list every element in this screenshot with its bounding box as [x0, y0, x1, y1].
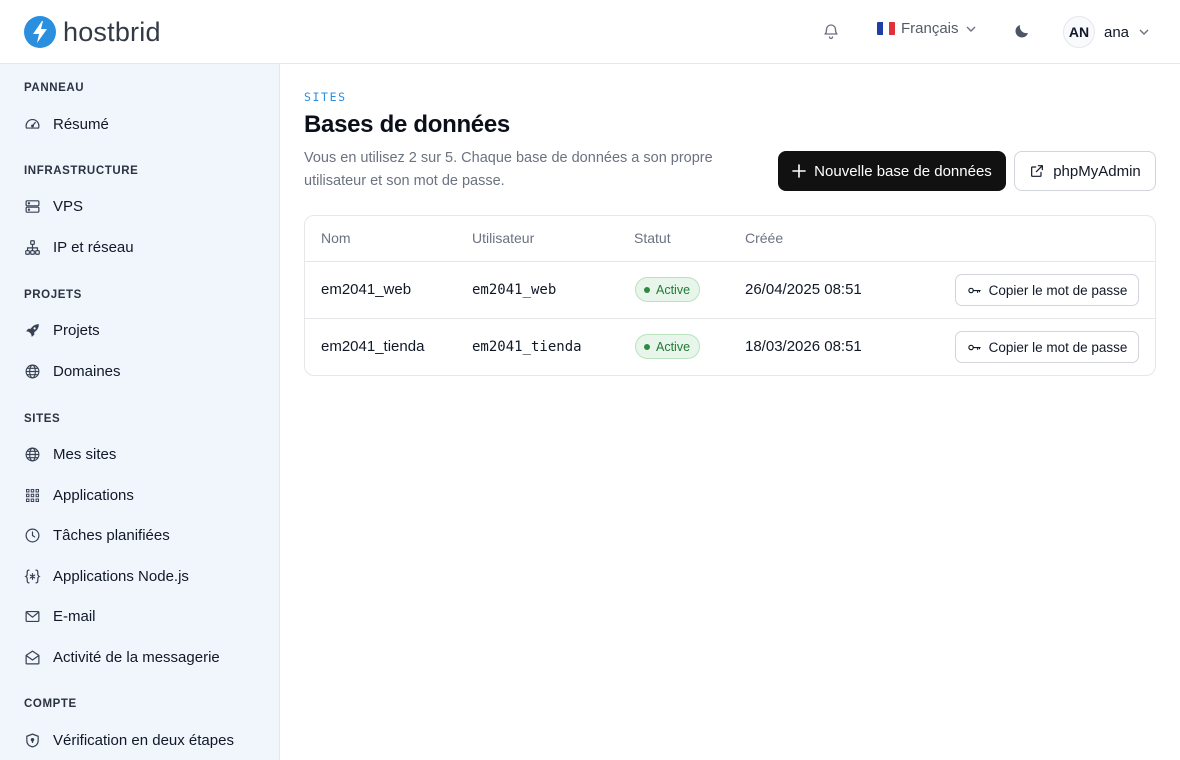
cell-name: em2041_web [321, 281, 412, 298]
copy-password-label: Copier le mot de passe [988, 282, 1128, 298]
sidebar-item-verification-deux-etapes[interactable]: Vérification en deux étapes [24, 729, 234, 751]
sidebar-section-sites: SITES [24, 413, 61, 425]
bell-icon[interactable] [822, 22, 840, 40]
sidebar-item-label: Résumé [53, 115, 109, 133]
cell-user: em2041_web [472, 282, 557, 298]
sidebar-item-domaines[interactable]: Domaines [24, 360, 121, 382]
language-label: Français [901, 20, 959, 37]
user-name: ana [1104, 23, 1130, 41]
top-bar: hostbrid Français AN ana [0, 0, 1180, 64]
sidebar-item-activite-messagerie[interactable]: Activité de la messagerie [24, 646, 220, 668]
french-flag-icon [877, 22, 895, 35]
phpmyadmin-label: phpMyAdmin [1053, 162, 1141, 180]
cell-name: em2041_tienda [321, 338, 425, 355]
sidebar-item-label: Vérification en deux étapes [53, 731, 234, 749]
globe-icon [25, 364, 40, 378]
table-row: em2041_tienda em2041_tienda Active 18/03… [305, 319, 1155, 375]
status-dot-icon [644, 343, 650, 350]
status-badge: Active [635, 277, 701, 302]
databases-table: Nom Utilisateur Statut Créée em2041_web … [304, 215, 1156, 376]
status-label: Active [656, 339, 691, 354]
sidebar-item-applications-nodejs[interactable]: Applications Node.js [24, 565, 189, 587]
external-link-icon [1031, 165, 1044, 177]
page-title: Bases de données [304, 111, 510, 138]
sidebar-section-panneau: PANNEAU [24, 82, 85, 94]
language-selector[interactable]: Français [877, 20, 977, 37]
chevron-down-icon [1139, 29, 1149, 35]
table-row: em2041_web em2041_web Active 26/04/2025 … [305, 262, 1155, 319]
column-header-statut: Statut [634, 230, 671, 246]
sidebar-item-vps[interactable]: VPS [24, 195, 83, 217]
brand-logo-link[interactable]: hostbrid [24, 16, 161, 48]
sidebar-item-label: Activité de la messagerie [53, 648, 220, 666]
sidebar-item-ip-reseau[interactable]: IP et réseau [24, 236, 134, 258]
bolt-logo-icon [24, 16, 56, 48]
cell-created: 26/04/2025 08:51 [745, 281, 862, 298]
braces-icon [24, 569, 41, 583]
sidebar-section-infrastructure: INFRASTRUCTURE [24, 165, 139, 177]
sidebar-section-projets: PROJETS [24, 289, 82, 301]
brand-name: hostbrid [63, 16, 161, 47]
sidebar-item-label: Tâches planifiées [53, 526, 170, 544]
sidebar-item-mes-sites[interactable]: Mes sites [24, 443, 116, 465]
copy-password-button[interactable]: Copier le mot de passe [955, 274, 1139, 306]
network-icon [25, 239, 40, 255]
page-subtitle: Vous en utilisez 2 sur 5. Chaque base de… [304, 150, 713, 189]
moon-icon[interactable] [1013, 22, 1031, 40]
server-icon [25, 199, 40, 213]
cell-user: em2041_tienda [472, 339, 582, 355]
new-database-button[interactable]: Nouvelle base de données [778, 151, 1006, 191]
sidebar-item-resume[interactable]: Résumé [24, 113, 109, 135]
sidebar-item-label: E-mail [53, 607, 96, 625]
sidebar-item-label: Applications [53, 486, 134, 504]
cell-created: 18/03/2026 08:51 [745, 338, 862, 355]
sidebar-item-email[interactable]: E-mail [24, 605, 96, 627]
shield-icon [26, 733, 39, 747]
avatar: AN [1063, 16, 1095, 48]
status-dot-icon [644, 286, 650, 293]
sidebar-item-applications[interactable]: Applications [24, 484, 134, 506]
globe-icon [25, 447, 40, 461]
table-header: Nom Utilisateur Statut Créée [305, 216, 1155, 262]
clock-icon [25, 528, 40, 542]
column-header-utilisateur: Utilisateur [472, 230, 535, 246]
sidebar: PANNEAU Résumé INFRASTRUCTURE VPS IP et … [0, 64, 280, 760]
status-badge: Active [635, 334, 701, 359]
phpmyadmin-button[interactable]: phpMyAdmin [1014, 151, 1156, 191]
status-label: Active [656, 282, 691, 297]
sidebar-item-label: Projets [53, 321, 100, 339]
main-content: SITES Bases de données Vous en utilisez … [280, 64, 1180, 760]
mail-activity-icon [25, 650, 40, 664]
grid-icon [25, 488, 40, 502]
user-menu[interactable]: AN ana [1063, 16, 1150, 48]
plus-icon [792, 164, 806, 178]
sidebar-item-taches-planifiees[interactable]: Tâches planifiées [24, 524, 170, 546]
mail-icon [25, 610, 40, 622]
sidebar-item-projets[interactable]: Projets [24, 319, 100, 341]
sidebar-item-label: Applications Node.js [53, 567, 189, 585]
sidebar-item-label: IP et réseau [53, 238, 134, 256]
gauge-icon [25, 118, 40, 129]
column-header-creee: Créée [745, 230, 784, 246]
key-icon [967, 287, 981, 293]
column-header-nom: Nom [321, 230, 351, 246]
sidebar-item-label: Mes sites [53, 445, 117, 463]
copy-password-button[interactable]: Copier le mot de passe [955, 331, 1139, 363]
key-icon [967, 344, 981, 350]
rocket-icon [26, 323, 39, 337]
sidebar-item-label: VPS [53, 197, 84, 215]
section-eyebrow: SITES [304, 90, 347, 104]
copy-password-label: Copier le mot de passe [988, 339, 1128, 355]
sidebar-section-compte: COMPTE [24, 698, 77, 710]
chevron-down-icon [966, 26, 976, 32]
sidebar-item-label: Domaines [53, 362, 121, 380]
new-database-label: Nouvelle base de données [814, 162, 992, 180]
